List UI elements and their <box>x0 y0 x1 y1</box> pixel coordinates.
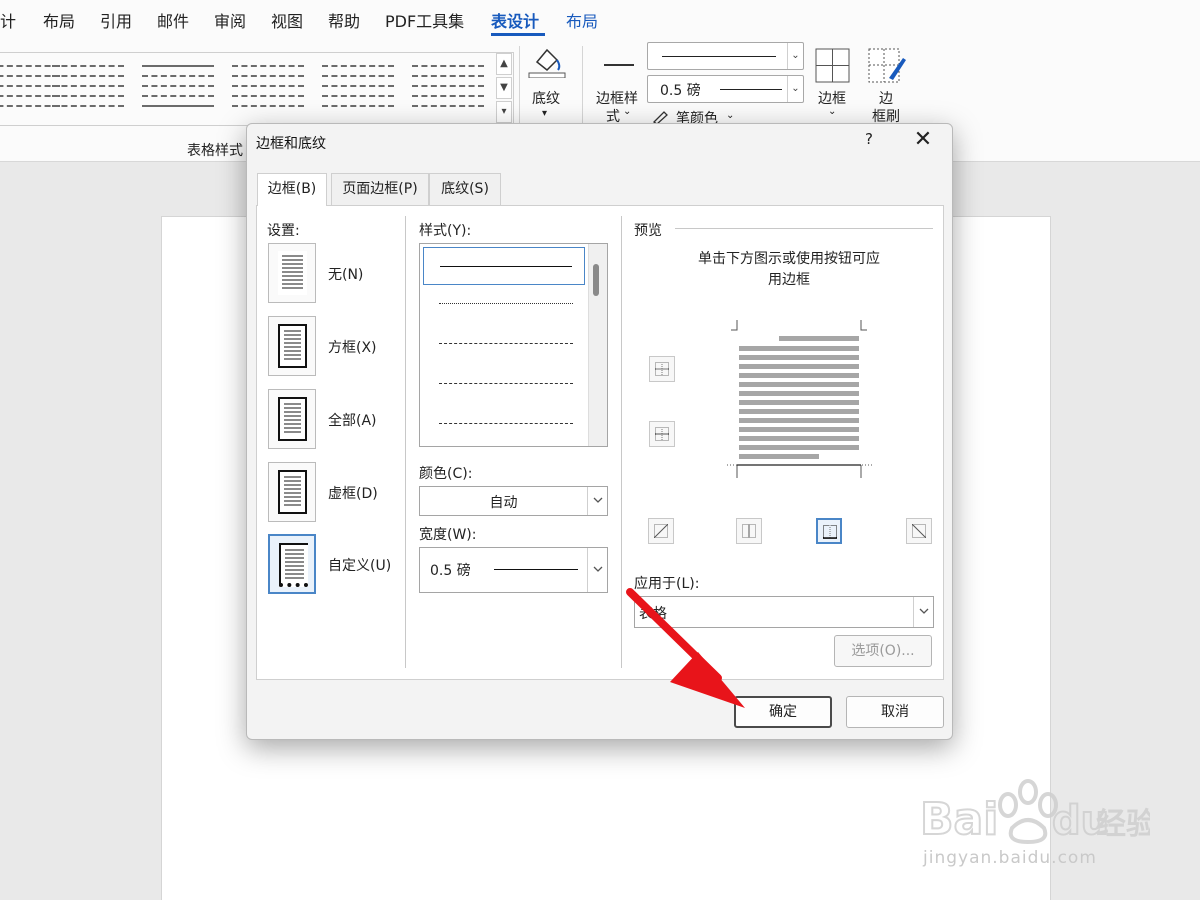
svg-text:经验: 经验 <box>1096 807 1150 842</box>
left-border-button[interactable] <box>736 518 762 544</box>
border-painter-label[interactable]: 边 <box>879 88 893 108</box>
color-value: 自动 <box>489 495 518 511</box>
border-painter-icon[interactable] <box>867 48 907 83</box>
scrollbar-thumb[interactable] <box>593 264 599 296</box>
line-weight-value: 0.5 磅 <box>660 83 701 99</box>
preview-hint: 单击下方图示或使用按钮可应 <box>698 251 880 267</box>
tab-references[interactable]: 引用 <box>100 8 132 32</box>
ribbon-separator <box>519 46 520 126</box>
preview-label: 预览 <box>634 223 662 239</box>
divider <box>405 216 406 668</box>
border-styles-label[interactable]: 边框样 <box>596 88 638 108</box>
table-style-option[interactable] <box>0 63 60 115</box>
setting-all-label[interactable]: 全部(A) <box>328 410 377 430</box>
tab-borders[interactable]: 边框(B) <box>257 173 327 206</box>
line-style-solid[interactable] <box>423 247 585 285</box>
table-style-option[interactable] <box>232 63 304 115</box>
borders-label[interactable]: 边框 <box>818 88 846 108</box>
chevron-down-icon: ⌄ <box>787 43 803 69</box>
line-style-dashed-small[interactable] <box>423 325 585 363</box>
preview-hint-2: 用边框 <box>768 272 810 288</box>
red-arrow-annotation <box>626 588 745 708</box>
line-weight-select[interactable]: 0.5 磅 ⌄ <box>647 75 804 103</box>
setting-box-label[interactable]: 方框(X) <box>328 337 377 357</box>
setting-grid-label[interactable]: 虚框(D) <box>328 483 378 503</box>
width-line-preview <box>494 569 578 570</box>
cancel-button[interactable]: 取消 <box>846 696 944 728</box>
border-preview[interactable] <box>713 310 885 492</box>
setting-none-label[interactable]: 无(N) <box>328 264 363 284</box>
watermark-url: jingyan.baidu.com <box>923 848 1097 868</box>
tab-layout[interactable]: 布局 <box>43 8 75 32</box>
table-style-option[interactable] <box>412 63 484 115</box>
settings-label: 设置: <box>267 223 300 239</box>
tab-table-design[interactable]: 表设计 <box>491 8 539 32</box>
tab-view[interactable]: 视图 <box>271 8 303 32</box>
preview-group-line <box>675 228 933 229</box>
setting-all-icon[interactable] <box>268 389 316 449</box>
help-button[interactable]: ? <box>859 130 879 152</box>
table-styles-group-label: 表格样式 <box>187 143 243 159</box>
setting-box-icon[interactable] <box>268 316 316 376</box>
gallery-scroll-down-button[interactable]: ▼ <box>496 77 512 99</box>
dialog-title: 边框和底纹 <box>256 136 326 152</box>
line-style-preview <box>662 56 776 57</box>
setting-grid-icon[interactable] <box>268 462 316 522</box>
svg-text:Bai: Bai <box>920 794 998 845</box>
line-style-list[interactable] <box>419 243 608 447</box>
shading-bucket-icon[interactable] <box>527 44 567 79</box>
diagonal-up-border-button[interactable] <box>906 518 932 544</box>
style-label: 样式(Y): <box>419 223 472 239</box>
chevron-down-icon <box>913 597 933 627</box>
line-weight-preview <box>720 89 782 90</box>
chevron-down-icon <box>587 487 607 515</box>
shading-label[interactable]: 底纹 <box>532 88 560 108</box>
tab-pdf-tools[interactable]: PDF工具集 <box>385 8 464 32</box>
table-style-option[interactable] <box>142 63 214 115</box>
pen-color-icon[interactable] <box>652 110 670 125</box>
width-label: 宽度(W): <box>419 527 477 543</box>
color-label: 颜色(C): <box>419 466 473 482</box>
setting-custom-icon[interactable] <box>268 534 316 594</box>
tab-help[interactable]: 帮助 <box>328 8 360 32</box>
width-select[interactable]: 0.5 磅 <box>419 547 608 593</box>
preview-diagram <box>727 320 873 478</box>
gallery-scroll-up-button[interactable]: ▲ <box>496 53 512 75</box>
diagonal-down-border-button[interactable] <box>648 518 674 544</box>
ribbon-separator <box>582 46 583 126</box>
close-icon[interactable]: ✕ <box>911 129 935 153</box>
chevron-down-icon[interactable]: ⌄ <box>623 106 631 117</box>
color-select[interactable]: 自动 <box>419 486 608 516</box>
tab-mailings[interactable]: 邮件 <box>157 8 189 32</box>
line-style-dotted[interactable] <box>423 285 585 323</box>
borders-grid-icon[interactable] <box>815 48 850 83</box>
line-style-dash-dot[interactable] <box>423 405 585 443</box>
tab-shading[interactable]: 底纹(S) <box>429 173 501 205</box>
line-style-select[interactable]: ⌄ <box>647 42 804 70</box>
bottom-border-button[interactable] <box>816 518 842 544</box>
table-styles-gallery: ▲ ▼ ▾ <box>0 52 514 126</box>
tab-design[interactable]: 设计 <box>0 8 16 32</box>
tab-review[interactable]: 审阅 <box>214 8 246 32</box>
options-button[interactable]: 选项(O)... <box>834 635 932 667</box>
setting-none-icon[interactable] <box>268 243 316 303</box>
width-value: 0.5 磅 <box>430 563 471 579</box>
top-border-button[interactable] <box>649 356 675 382</box>
inside-horizontal-border-button[interactable] <box>649 421 675 447</box>
chevron-down-icon[interactable]: ⌄ <box>726 110 734 121</box>
chevron-down-icon[interactable]: ⌄ <box>828 106 836 117</box>
tab-table-layout[interactable]: 布局 <box>566 8 598 32</box>
border-styles-line-icon[interactable] <box>604 64 634 66</box>
gallery-more-button[interactable]: ▾ <box>496 101 512 123</box>
setting-custom-label[interactable]: 自定义(U) <box>328 555 391 575</box>
tab-page-border[interactable]: 页面边框(P) <box>331 173 429 205</box>
table-style-option[interactable] <box>322 63 394 115</box>
chevron-down-icon[interactable]: ▾ <box>542 108 547 119</box>
chevron-down-icon: ⌄ <box>787 76 803 102</box>
line-style-dashed-large[interactable] <box>423 365 585 403</box>
ribbon-tab-bar: 设计 布局 引用 邮件 审阅 视图 帮助 PDF工具集 表设计 布局 <box>0 0 1200 38</box>
active-tab-indicator <box>491 33 545 36</box>
table-style-option[interactable] <box>52 63 124 115</box>
